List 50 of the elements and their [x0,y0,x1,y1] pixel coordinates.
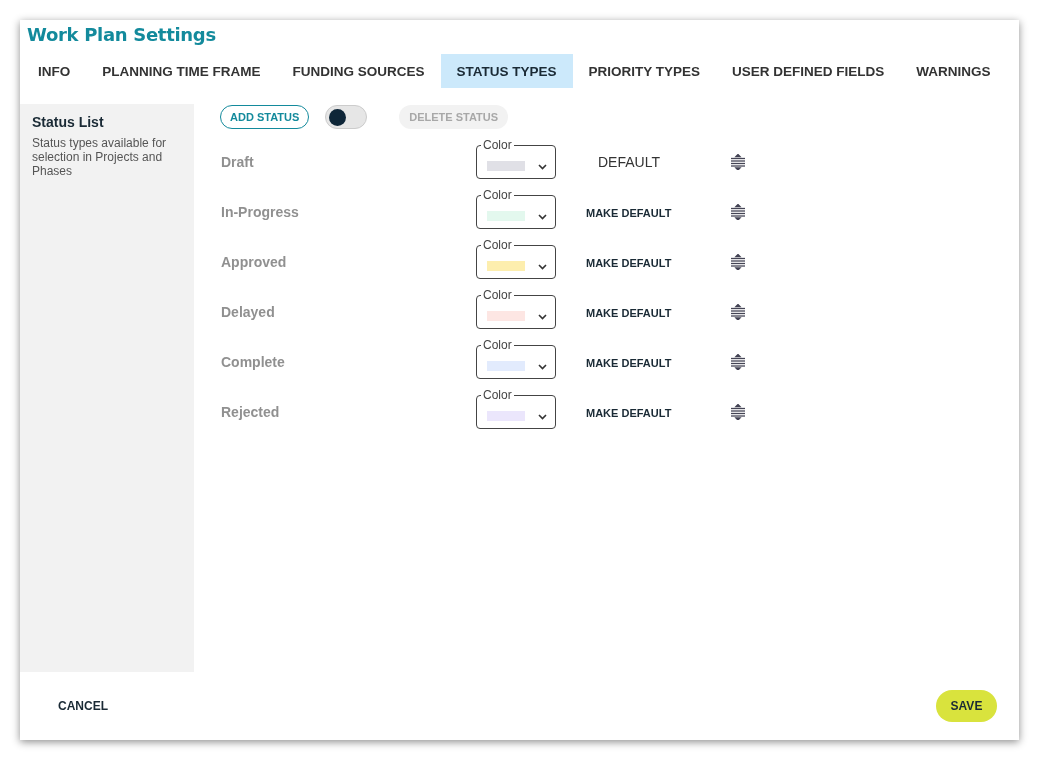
drag-handle-icon[interactable] [730,354,746,370]
status-name: Delayed [220,304,276,320]
make-default-button[interactable]: MAKE DEFAULT [586,357,672,369]
color-label: Color [482,339,513,351]
tab[interactable]: FUNDING SOURCES [276,54,441,88]
color-label: Color [482,189,513,201]
drag-handle-icon[interactable] [730,154,746,170]
tab[interactable]: PLANNING TIME FRAME [86,54,277,88]
status-name: In-Progress [220,204,300,220]
drag-handle-icon[interactable] [730,304,746,320]
sidebar-description: Status types available for selection in Projects and Phases [32,136,168,178]
drag-handle-icon[interactable] [730,204,746,220]
color-label: Color [482,389,513,401]
chevron-down-icon [538,413,547,420]
save-button[interactable]: SAVE [936,690,997,722]
make-default-button[interactable]: MAKE DEFAULT [586,407,672,419]
color-label: Color [482,239,513,251]
color-label: Color [482,289,513,301]
status-name: Approved [220,254,288,270]
color-select[interactable]: Color [476,189,556,229]
color-select[interactable]: Color [476,289,556,329]
color-select[interactable]: Color [476,239,556,279]
drag-handle-icon[interactable] [730,404,746,420]
drag-handle-icon[interactable] [730,254,746,270]
make-default-button[interactable]: MAKE DEFAULT [586,307,672,319]
sidebar-title: Status List [32,114,105,130]
default-label: DEFAULT [597,154,660,170]
cancel-button[interactable]: CANCEL [58,699,108,713]
make-default-button[interactable]: MAKE DEFAULT [586,257,672,269]
chevron-down-icon [538,313,547,320]
add-status-button[interactable]: ADD STATUS [220,105,310,129]
status-name: Rejected [220,404,281,420]
tab[interactable]: PRIORITY TYPES [572,54,717,88]
chevron-down-icon [538,363,547,370]
status-name: Draft [220,154,255,170]
toggle-switch[interactable] [325,105,368,129]
tab[interactable]: INFO [22,54,87,88]
chevron-down-icon [538,213,547,220]
color-select[interactable]: Color [476,339,556,379]
status-name: Complete [220,354,286,370]
tab[interactable]: WARNINGS [900,54,1007,88]
color-select[interactable]: Color [476,389,556,429]
make-default-button[interactable]: MAKE DEFAULT [586,207,672,219]
tab[interactable]: USER DEFINED FIELDS [716,54,901,88]
color-select[interactable]: Color [476,139,556,179]
chevron-down-icon [538,163,547,170]
tab[interactable]: STATUS TYPES [440,54,573,88]
chevron-down-icon [538,263,547,270]
color-label: Color [482,139,513,151]
dialog-title: Work Plan Settings [27,24,217,47]
